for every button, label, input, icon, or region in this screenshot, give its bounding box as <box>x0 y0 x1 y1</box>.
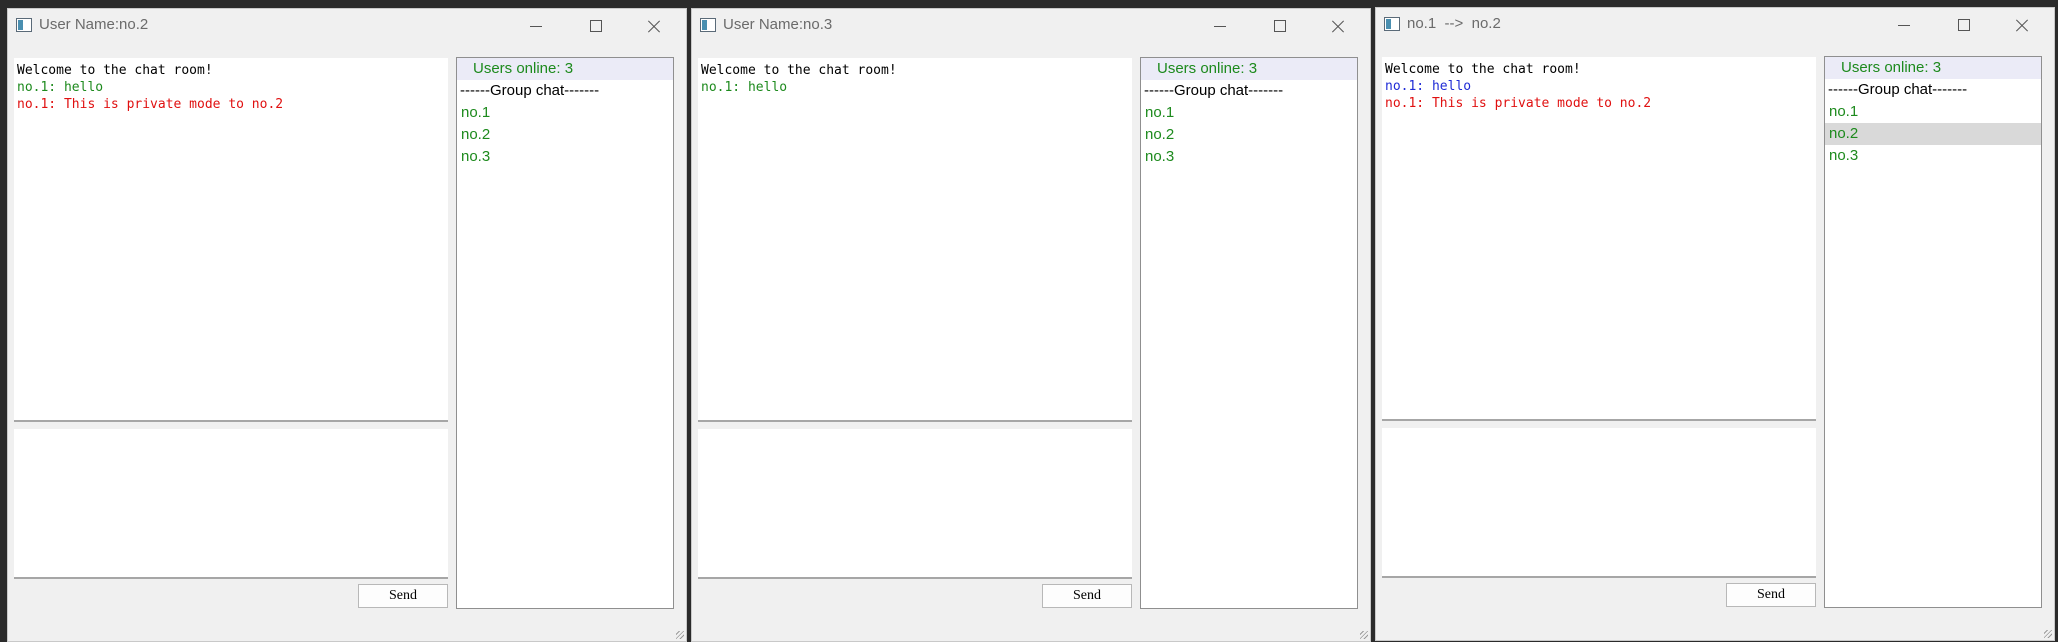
close-icon[interactable] <box>1326 14 1350 38</box>
app-window-icon <box>1384 17 1400 31</box>
chat-message: no.1: hello <box>1385 79 1472 94</box>
user-item[interactable]: no.3 <box>1825 145 2041 167</box>
resize-grip[interactable] <box>676 631 684 639</box>
window-title: no.1 --> no.2 <box>1407 15 1501 32</box>
user-item[interactable]: no.3 <box>457 146 673 168</box>
minimize-icon[interactable] <box>1892 13 1916 37</box>
send-button[interactable]: Send <box>358 584 448 608</box>
chat-message: Welcome to the chat room! <box>1385 62 1581 77</box>
user-list[interactable]: Users online: 3 ------Group chat------- … <box>456 57 674 609</box>
chat-message: Welcome to the chat room! <box>701 63 897 78</box>
maximize-icon[interactable] <box>1951 13 1975 37</box>
user-item[interactable]: no.1 <box>1825 101 2041 123</box>
chat-message: no.1: hello <box>17 80 104 95</box>
chat-message: Welcome to the chat room! <box>17 63 213 78</box>
chat-message: no.1: This is private mode to no.2 <box>1385 96 1652 111</box>
title-bar[interactable]: User Name:no.2 <box>8 9 686 43</box>
maximize-icon[interactable] <box>583 14 607 38</box>
chat-window-3: no.1 --> no.2 Welcome to the chat room! … <box>1375 7 2055 641</box>
group-chat-item[interactable]: ------Group chat------- <box>457 80 673 102</box>
send-button[interactable]: Send <box>1726 583 1816 607</box>
close-icon[interactable] <box>642 14 666 38</box>
chat-message: no.1: This is private mode to no.2 <box>17 97 284 112</box>
maximize-icon[interactable] <box>1267 14 1291 38</box>
user-item[interactable]: no.2 <box>1141 124 1357 146</box>
app-window-icon <box>16 18 32 32</box>
group-chat-item[interactable]: ------Group chat------- <box>1825 79 2041 101</box>
user-item[interactable]: no.1 <box>1141 102 1357 124</box>
chat-window-2: User Name:no.3 Welcome to the chat room!… <box>691 8 1371 642</box>
user-list[interactable]: Users online: 3 ------Group chat------- … <box>1824 56 2042 608</box>
user-item[interactable]: no.3 <box>1141 146 1357 168</box>
send-button[interactable]: Send <box>1042 584 1132 608</box>
users-online-header: Users online: 3 <box>457 58 673 80</box>
users-online-header: Users online: 3 <box>1825 57 2041 79</box>
message-input[interactable] <box>14 429 448 579</box>
chat-history[interactable]: Welcome to the chat room! no.1: hello no… <box>1382 57 1816 421</box>
title-bar[interactable]: no.1 --> no.2 <box>1376 8 2054 42</box>
close-icon[interactable] <box>2010 13 2034 37</box>
user-item[interactable]: no.2 <box>457 124 673 146</box>
message-input[interactable] <box>1382 428 1816 578</box>
message-input[interactable] <box>698 429 1132 579</box>
users-online-header: Users online: 3 <box>1141 58 1357 80</box>
minimize-icon[interactable] <box>524 14 548 38</box>
window-title: User Name:no.2 <box>39 16 149 33</box>
user-item[interactable]: no.1 <box>457 102 673 124</box>
user-list[interactable]: Users online: 3 ------Group chat------- … <box>1140 57 1358 609</box>
resize-grip[interactable] <box>2044 630 2052 638</box>
app-window-icon <box>700 18 716 32</box>
chat-history[interactable]: Welcome to the chat room! no.1: hello no… <box>14 58 448 422</box>
minimize-icon[interactable] <box>1208 14 1232 38</box>
group-chat-item[interactable]: ------Group chat------- <box>1141 80 1357 102</box>
user-item[interactable]: no.2 <box>1825 123 2041 145</box>
chat-message: no.1: hello <box>701 80 788 95</box>
chat-window-1: User Name:no.2 Welcome to the chat room!… <box>7 8 687 642</box>
window-title: User Name:no.3 <box>723 16 833 33</box>
title-bar[interactable]: User Name:no.3 <box>692 9 1370 43</box>
resize-grip[interactable] <box>1360 631 1368 639</box>
chat-history[interactable]: Welcome to the chat room! no.1: hello <box>698 58 1132 422</box>
